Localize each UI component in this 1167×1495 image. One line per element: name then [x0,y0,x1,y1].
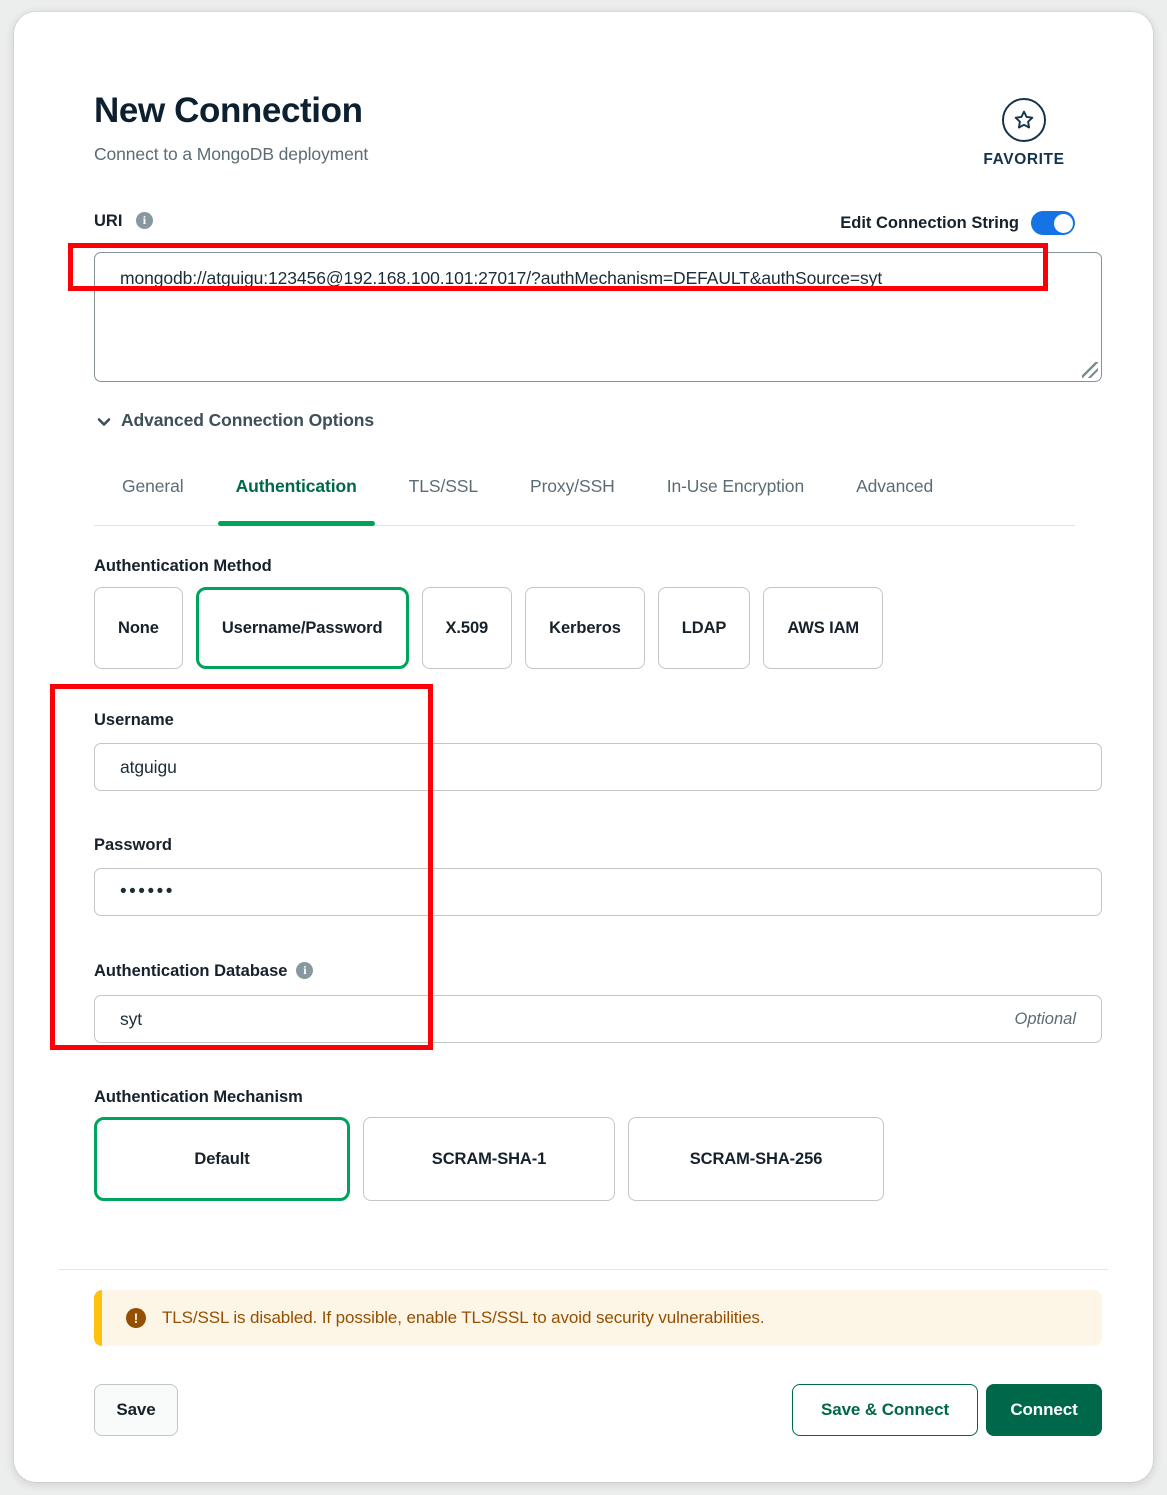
connection-tabs: General Authentication TLS/SSL Proxy/SSH… [94,474,1075,526]
tab-advanced[interactable]: Advanced [830,474,959,524]
save-button[interactable]: Save [94,1384,178,1436]
star-icon [1014,110,1034,129]
username-label: Username [94,711,174,729]
new-connection-card: New Connection Connect to a MongoDB depl… [14,12,1153,1482]
authentication-method-label: Authentication Method [94,557,272,575]
advanced-connection-options-toggle[interactable]: Advanced Connection Options [96,410,374,431]
auth-database-optional-hint: Optional [1014,1009,1076,1028]
auth-method-none[interactable]: None [94,587,183,669]
auth-method-ldap[interactable]: LDAP [657,587,751,669]
edit-connection-string-label: Edit Connection String [840,213,1019,232]
auth-mechanism-scram-sha-256[interactable]: SCRAM-SHA-256 [628,1117,884,1201]
edit-connection-string-toggle[interactable] [1031,211,1075,235]
tab-proxy-ssh[interactable]: Proxy/SSH [504,474,641,524]
favorite-label: FAVORITE [983,151,1065,168]
save-and-connect-button[interactable]: Save & Connect [792,1384,978,1436]
auth-database-value: syt [120,1008,143,1029]
page-title: New Connection [94,91,363,130]
chevron-down-icon [97,417,111,426]
connect-button[interactable]: Connect [986,1384,1102,1436]
page-subtitle: Connect to a MongoDB deployment [94,144,369,164]
authentication-mechanism-options: Default SCRAM-SHA-1 SCRAM-SHA-256 [94,1117,884,1201]
username-input[interactable]: atguigu [94,743,1102,791]
footer-actions: Save Save & Connect Connect [94,1384,1102,1436]
tab-tls-ssl[interactable]: TLS/SSL [383,474,504,524]
auth-method-x509[interactable]: X.509 [421,587,513,669]
authentication-mechanism-label: Authentication Mechanism [94,1088,303,1106]
authentication-method-options: None Username/Password X.509 Kerberos LD… [94,587,884,669]
auth-method-kerberos[interactable]: Kerberos [525,587,645,669]
password-label: Password [94,836,172,854]
uri-label: URI [94,212,123,230]
advanced-options-label: Advanced Connection Options [121,410,375,430]
tls-warning-banner: ! TLS/SSL is disabled. If possible, enab… [94,1290,1102,1346]
warning-icon: ! [126,1308,146,1328]
uri-input[interactable]: mongodb://atguigu:123456@192.168.100.101… [94,252,1102,382]
footer-divider [59,1269,1108,1270]
password-value: •••••• [120,881,175,902]
username-value: atguigu [120,756,177,777]
favorite-button[interactable]: FAVORITE [973,98,1075,169]
tab-general[interactable]: General [94,474,210,524]
auth-method-aws-iam[interactable]: AWS IAM [763,587,884,669]
info-icon[interactable]: i [135,212,153,229]
favorite-circle [1002,98,1046,142]
card-inner: New Connection Connect to a MongoDB depl… [14,12,1153,1482]
textarea-resize-handle[interactable] [1082,362,1098,378]
uri-value: mongodb://atguigu:123456@192.168.100.101… [120,268,883,288]
auth-database-input[interactable]: syt Optional [94,995,1102,1043]
header: New Connection Connect to a MongoDB depl… [94,90,1075,190]
password-input[interactable]: •••••• [94,868,1102,916]
auth-method-username-password[interactable]: Username/Password [195,587,409,669]
app-root: New Connection Connect to a MongoDB depl… [0,0,1167,1495]
auth-database-info-icon[interactable]: i [296,962,314,980]
auth-database-label: Authentication Database [94,962,288,980]
auth-database-label-group: Authentication Database i [94,962,314,981]
uri-label-row: URI i Edit Connection String [94,211,1075,238]
auth-mechanism-default[interactable]: Default [94,1117,350,1201]
auth-mechanism-scram-sha-1[interactable]: SCRAM-SHA-1 [363,1117,615,1201]
warning-text: TLS/SSL is disabled. If possible, enable… [162,1308,765,1327]
toggle-knob [1053,213,1073,233]
edit-connection-string-group[interactable]: Edit Connection String [840,211,1075,235]
tab-authentication[interactable]: Authentication [210,474,383,526]
tab-in-use-encryption[interactable]: In-Use Encryption [641,474,830,524]
